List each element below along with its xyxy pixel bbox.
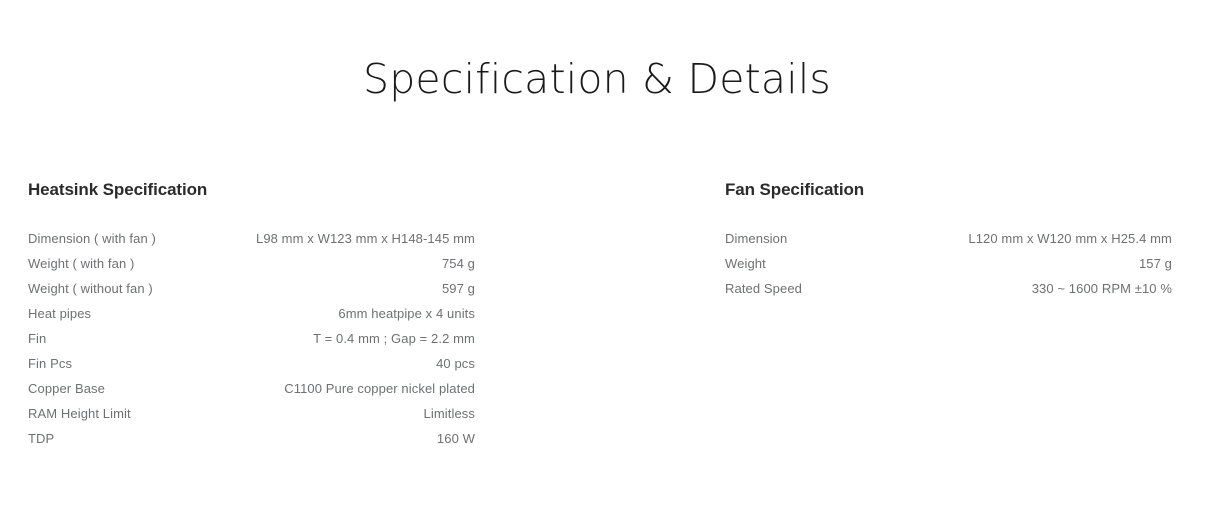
table-row: Weight ( with fan ) 754 g [28, 251, 475, 276]
fan-specification-column: Fan Specification Dimension L120 mm x W1… [725, 180, 1172, 301]
heatsink-specification-column: Heatsink Specification Dimension ( with … [28, 180, 475, 451]
fan-specification-heading: Fan Specification [725, 180, 865, 199]
spec-value: 597 g [441, 281, 475, 296]
heatsink-specification-heading: Heatsink Specification [28, 180, 208, 199]
table-row: Copper Base C1100 Pure copper nickel pla… [28, 376, 475, 401]
spec-value: 160 W [436, 431, 475, 446]
specification-page: Specification & Details Heatsink Specifi… [0, 0, 1223, 511]
spec-value: 754 g [441, 256, 475, 271]
spec-label: Fin [28, 331, 47, 346]
spec-value: 330 ~ 1600 RPM ±10 % [1031, 281, 1172, 296]
page-title: Specification & Details [362, 55, 831, 104]
table-row: Dimension L120 mm x W120 mm x H25.4 mm [725, 226, 1172, 251]
heatsink-specification-table: Dimension ( with fan ) L98 mm x W123 mm … [28, 226, 475, 451]
spec-label: Rated Speed [725, 281, 802, 296]
spec-label: Dimension ( with fan ) [28, 231, 156, 246]
spec-label: TDP [28, 431, 55, 446]
spec-value: Limitless [423, 406, 475, 421]
table-row: RAM Height Limit Limitless [28, 401, 475, 426]
spec-label: Weight ( with fan ) [28, 256, 135, 271]
table-row: TDP 160 W [28, 426, 475, 451]
spec-label: Copper Base [28, 381, 105, 396]
table-row: Heat pipes 6mm heatpipe x 4 units [28, 301, 475, 326]
spec-label: RAM Height Limit [28, 406, 131, 421]
table-row: Weight 157 g [725, 251, 1172, 276]
table-row: Weight ( without fan ) 597 g [28, 276, 475, 301]
spec-label: Weight [725, 256, 766, 271]
spec-value: T = 0.4 mm ; Gap = 2.2 mm [313, 331, 475, 346]
spec-label: Dimension [725, 231, 788, 246]
fan-specification-table: Dimension L120 mm x W120 mm x H25.4 mm W… [725, 226, 1172, 301]
spec-value: 157 g [1138, 256, 1172, 271]
spec-value: L98 mm x W123 mm x H148-145 mm [255, 231, 475, 246]
spec-label: Heat pipes [28, 306, 92, 321]
spec-value: 6mm heatpipe x 4 units [338, 306, 475, 321]
spec-label: Weight ( without fan ) [28, 281, 153, 296]
table-row: Fin Pcs 40 pcs [28, 351, 475, 376]
table-row: Rated Speed 330 ~ 1600 RPM ±10 % [725, 276, 1172, 301]
spec-value: C1100 Pure copper nickel plated [284, 381, 475, 396]
table-row: Fin T = 0.4 mm ; Gap = 2.2 mm [28, 326, 475, 351]
spec-value: L120 mm x W120 mm x H25.4 mm [968, 231, 1172, 246]
table-row: Dimension ( with fan ) L98 mm x W123 mm … [28, 226, 475, 251]
spec-label: Fin Pcs [28, 356, 73, 371]
spec-value: 40 pcs [436, 356, 475, 371]
